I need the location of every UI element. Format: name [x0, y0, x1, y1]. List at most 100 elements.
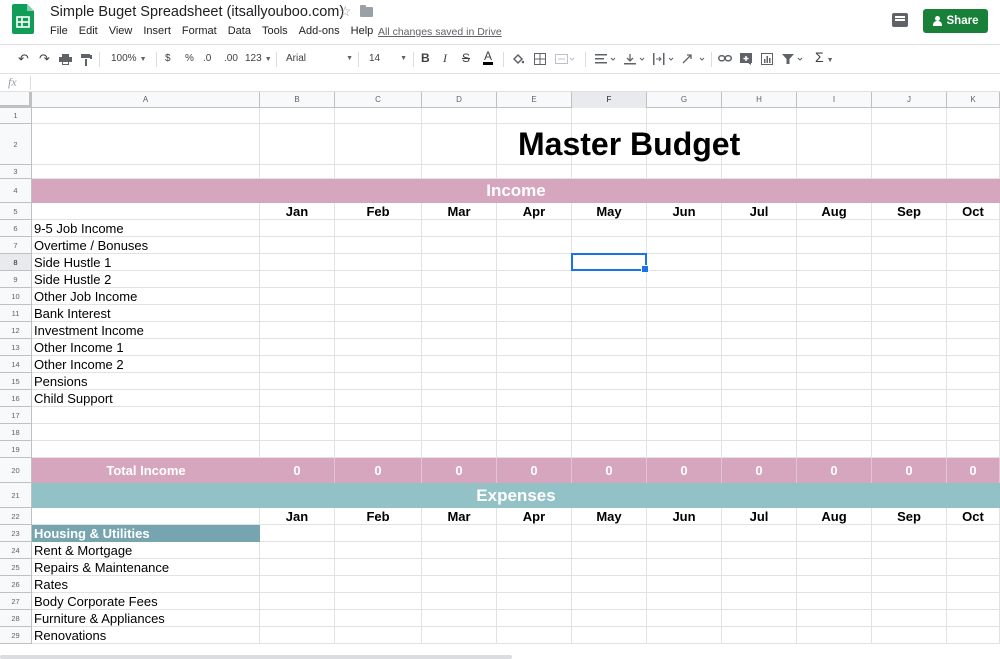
expense-item-label[interactable]: Rates	[32, 576, 260, 593]
grid-cell[interactable]	[872, 356, 947, 373]
insert-link-icon[interactable]	[718, 54, 732, 63]
grid-cell[interactable]	[335, 593, 422, 610]
month-header[interactable]: Feb	[335, 203, 422, 220]
grid-cell[interactable]	[260, 525, 335, 542]
grid-cell[interactable]	[335, 390, 422, 407]
grid-cell[interactable]	[722, 254, 797, 271]
undo-icon[interactable]: ↶	[18, 52, 29, 66]
grid-cell[interactable]	[722, 441, 797, 458]
grid-cell[interactable]	[422, 305, 497, 322]
grid-cell[interactable]	[947, 593, 1000, 610]
grid-cell[interactable]	[32, 124, 260, 165]
grid-cell[interactable]	[872, 542, 947, 559]
grid-cell[interactable]	[947, 407, 1000, 424]
income-item-label[interactable]: Other Income 1	[32, 339, 260, 356]
grid-cell[interactable]	[260, 390, 335, 407]
grid-cell[interactable]	[497, 407, 572, 424]
income-item-label[interactable]: Pensions	[32, 373, 260, 390]
grid-cell[interactable]	[260, 271, 335, 288]
grid-cell[interactable]	[947, 305, 1000, 322]
grid-cell[interactable]	[797, 525, 872, 542]
grid-cell[interactable]	[872, 559, 947, 576]
grid-cell[interactable]	[497, 441, 572, 458]
grid-cell[interactable]	[260, 288, 335, 305]
grid-cell[interactable]	[335, 627, 422, 644]
grid-cell[interactable]	[647, 271, 722, 288]
grid-cell[interactable]	[260, 356, 335, 373]
grid-cell[interactable]	[797, 559, 872, 576]
income-item-label[interactable]: 9-5 Job Income	[32, 220, 260, 237]
grid-cell[interactable]	[572, 576, 647, 593]
grid-cell[interactable]	[947, 124, 1000, 165]
expense-item-label[interactable]: Rent & Mortgage	[32, 542, 260, 559]
grid-cell[interactable]	[572, 339, 647, 356]
row-header[interactable]: 4	[0, 179, 32, 203]
grid-cell[interactable]	[335, 254, 422, 271]
grid-cell[interactable]	[647, 165, 722, 179]
grid-cell[interactable]	[497, 559, 572, 576]
grid-cell[interactable]	[947, 165, 1000, 179]
grid-cell[interactable]	[797, 108, 872, 124]
row-header[interactable]: 9	[0, 271, 32, 288]
row-header[interactable]: 21	[0, 483, 32, 508]
grid-cell[interactable]	[335, 237, 422, 254]
total-income-value[interactable]: 0	[422, 458, 497, 483]
grid-cell[interactable]	[572, 108, 647, 124]
decrease-decimals-button[interactable]: .0	[203, 52, 211, 66]
row-header[interactable]: 5	[0, 203, 32, 220]
month-header[interactable]: Aug	[797, 203, 872, 220]
grid-cell[interactable]	[872, 237, 947, 254]
month-header[interactable]: Aug	[797, 508, 872, 525]
grid-cell[interactable]	[797, 339, 872, 356]
grid-cell[interactable]	[335, 559, 422, 576]
row-header[interactable]: 6	[0, 220, 32, 237]
expense-item-label[interactable]: Repairs & Maintenance	[32, 559, 260, 576]
grid-cell[interactable]	[722, 627, 797, 644]
grid-cell[interactable]	[335, 305, 422, 322]
grid-cell[interactable]	[797, 254, 872, 271]
menu-format[interactable]: Format	[182, 25, 217, 37]
grid-cell[interactable]	[422, 390, 497, 407]
grid-cell[interactable]	[335, 339, 422, 356]
grid-cell[interactable]	[572, 390, 647, 407]
month-header[interactable]: May	[572, 508, 647, 525]
income-item-label[interactable]: Overtime / Bonuses	[32, 237, 260, 254]
grid-cell[interactable]	[947, 576, 1000, 593]
grid-cell[interactable]	[797, 407, 872, 424]
grid-cell[interactable]	[947, 237, 1000, 254]
fill-color-icon[interactable]	[512, 53, 524, 66]
grid-cell[interactable]	[947, 322, 1000, 339]
grid-cell[interactable]	[335, 610, 422, 627]
row-header[interactable]: 20	[0, 458, 32, 483]
grid-cell[interactable]	[797, 424, 872, 441]
grid-cell[interactable]	[335, 271, 422, 288]
grid-cell[interactable]	[422, 124, 497, 165]
grid-cell[interactable]	[872, 407, 947, 424]
grid-cell[interactable]	[422, 220, 497, 237]
grid-cell[interactable]	[335, 441, 422, 458]
grid-cell[interactable]	[497, 576, 572, 593]
grid-cell[interactable]	[260, 165, 335, 179]
housing-utilities-header[interactable]: Housing & Utilities	[32, 525, 260, 542]
grid-cell[interactable]	[647, 576, 722, 593]
row-header[interactable]: 17	[0, 407, 32, 424]
grid-cell[interactable]	[335, 356, 422, 373]
month-header[interactable]: Oct	[947, 508, 1000, 525]
grid-cell[interactable]	[572, 356, 647, 373]
grid-cell[interactable]	[422, 254, 497, 271]
grid-cell[interactable]	[422, 108, 497, 124]
grid-cell[interactable]	[422, 576, 497, 593]
grid-cell[interactable]	[797, 441, 872, 458]
row-header[interactable]: 26	[0, 576, 32, 593]
column-header-j[interactable]: J	[872, 92, 947, 108]
grid-cell[interactable]	[422, 559, 497, 576]
grid-cell[interactable]	[422, 356, 497, 373]
grid-cell[interactable]	[797, 271, 872, 288]
grid-cell[interactable]	[422, 237, 497, 254]
grid-cell[interactable]	[497, 593, 572, 610]
grid-cell[interactable]	[797, 124, 872, 165]
grid-cell[interactable]	[335, 124, 422, 165]
grid-cell[interactable]	[722, 322, 797, 339]
grid-cell[interactable]	[335, 322, 422, 339]
text-color-button[interactable]: A	[483, 50, 494, 65]
